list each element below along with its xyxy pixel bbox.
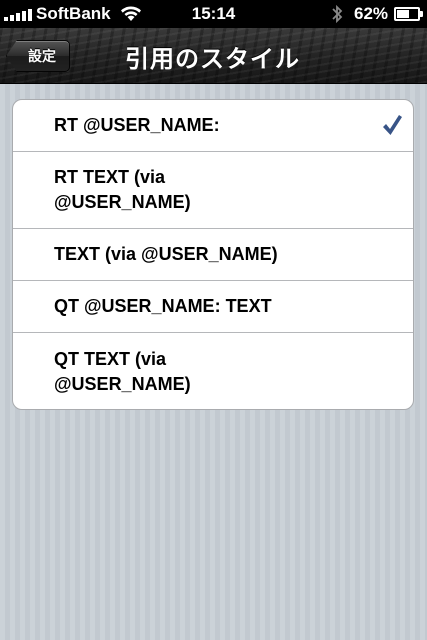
checkmark-icon <box>383 114 402 135</box>
option-label: QT TEXT (via @USER_NAME) <box>54 349 191 394</box>
back-button[interactable]: 設定 <box>6 40 70 72</box>
option-label: QT @USER_NAME: TEXT <box>54 296 272 316</box>
quote-style-list: RT @USER_NAME: RT TEXT (via @USER_NAME) … <box>12 99 414 410</box>
quote-style-option[interactable]: QT @USER_NAME: TEXT <box>13 281 413 333</box>
bluetooth-icon <box>332 4 343 24</box>
page-title-container: 引用のスタイル <box>80 28 387 84</box>
battery-percent: 62% <box>354 4 389 23</box>
option-label: TEXT (via @USER_NAME) <box>54 244 278 264</box>
status-bar: SoftBank 15:14 62% <box>0 0 427 28</box>
page-title: 引用のスタイル <box>125 45 300 73</box>
option-label: RT @USER_NAME: <box>54 115 220 135</box>
battery-icon <box>394 7 423 21</box>
quote-style-option[interactable]: RT TEXT (via @USER_NAME) <box>13 152 413 229</box>
quote-style-option[interactable]: TEXT (via @USER_NAME) <box>13 229 413 281</box>
quote-style-option[interactable]: RT @USER_NAME: <box>13 100 413 152</box>
quote-style-option[interactable]: QT TEXT (via @USER_NAME) <box>13 333 413 409</box>
option-label: RT TEXT (via @USER_NAME) <box>54 167 191 212</box>
